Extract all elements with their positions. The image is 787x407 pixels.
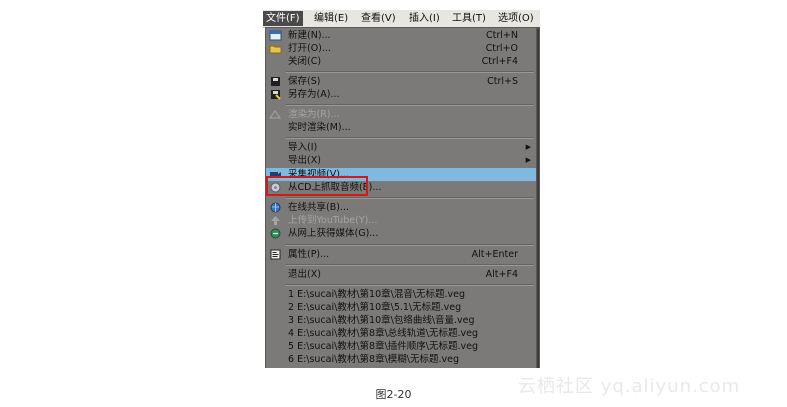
menu-item-label: 导入(I) — [288, 142, 318, 153]
properties-icon — [270, 249, 281, 260]
menu-item-label: 3 E:\sucai\教材\第10章\包络曲线\音量.veg — [288, 315, 475, 326]
menu-item-export[interactable]: 导出(X) ▶ — [266, 154, 536, 167]
menu-item-realtime-render[interactable]: 实时渲染(M)... — [266, 121, 536, 134]
menu-item-properties[interactable]: 属性(P)... Alt+Enter — [266, 248, 536, 261]
menu-item-new[interactable]: 新建(N)... Ctrl+N — [266, 29, 536, 42]
menu-separator — [286, 284, 534, 286]
menu-separator — [286, 137, 534, 139]
menu-item-close[interactable]: 关闭(C) Ctrl+F4 — [266, 55, 536, 68]
menu-view[interactable]: 查看(V) — [358, 11, 399, 26]
menu-item-render-as[interactable]: 渲染为(R)... — [266, 108, 536, 121]
render-icon — [269, 110, 281, 119]
menu-item-shortcut: Ctrl+S — [487, 76, 518, 87]
menu-item-label: 另存为(A)... — [288, 89, 340, 100]
menu-insert[interactable]: 插入(I) — [406, 11, 443, 26]
recent-file-item[interactable]: 5 E:\sucai\教材\第8章\插件顺序\无标题.veg — [266, 340, 536, 353]
menubar: 文件(F) 编辑(E) 查看(V) 插入(I) 工具(T) 选项(O) — [263, 10, 540, 28]
menu-item-label: 2 E:\sucai\教材\第10章\5.1\无标题.veg — [288, 302, 462, 313]
youtube-upload-icon — [271, 216, 280, 225]
share-online-icon — [270, 202, 281, 213]
menu-item-label: 在线共享(B)... — [288, 202, 349, 213]
menu-tools[interactable]: 工具(T) — [449, 11, 489, 26]
submenu-arrow-icon: ▶ — [525, 156, 531, 164]
menu-item-label: 退出(X) — [288, 269, 321, 280]
menu-file[interactable]: 文件(F) — [263, 11, 303, 26]
menu-item-label: 保存(S) — [288, 76, 321, 87]
file-menu-dropdown: 新建(N)... Ctrl+N 打开(O)... Ctrl+O 关闭(C) Ct… — [265, 27, 537, 368]
menu-item-label: 6 E:\sucai\教材\第8章\模糊\无标题.veg — [288, 354, 459, 365]
menu-item-label: 打开(O)... — [288, 43, 331, 54]
screenshot-frame: 文件(F) 编辑(E) 查看(V) 插入(I) 工具(T) 选项(O) 新建(N… — [263, 10, 540, 368]
menu-separator — [286, 71, 534, 73]
annotation-highlight-box — [266, 176, 368, 196]
menu-item-exit[interactable]: 退出(X) Alt+F4 — [266, 268, 536, 281]
menu-item-open[interactable]: 打开(O)... Ctrl+O — [266, 42, 536, 55]
menu-item-save-as[interactable]: 另存为(A)... — [266, 88, 536, 101]
menu-item-shortcut: Alt+F4 — [485, 269, 518, 280]
menu-item-label: 关闭(C) — [288, 56, 322, 67]
watermark: 云栖社区 yq.aliyun.com — [518, 376, 741, 397]
menu-item-shortcut: Ctrl+F4 — [481, 56, 518, 67]
menu-separator — [286, 264, 534, 266]
web-media-icon — [270, 228, 281, 239]
menu-item-label: 新建(N)... — [288, 30, 331, 41]
recent-file-item[interactable]: 6 E:\sucai\教材\第8章\模糊\无标题.veg — [266, 353, 536, 366]
background-window-edge — [537, 27, 540, 368]
menu-separator — [286, 244, 534, 246]
menu-item-label: 4 E:\sucai\教材\第8章\总线轨道\无标题.veg — [288, 328, 478, 339]
menu-item-label: 导出(X) — [288, 155, 321, 166]
recent-file-item[interactable]: 1 E:\sucai\教材\第10章\混音\无标题.veg — [266, 288, 536, 301]
menu-item-import[interactable]: 导入(I) ▶ — [266, 141, 536, 154]
open-folder-icon — [269, 45, 282, 54]
menu-edit[interactable]: 编辑(E) — [311, 11, 351, 26]
menu-item-web-media[interactable]: 从网上获得媒体(G)... — [266, 227, 536, 240]
menu-item-label: 1 E:\sucai\教材\第10章\混音\无标题.veg — [288, 289, 466, 300]
menu-item-label: 从网上获得媒体(G)... — [288, 228, 379, 239]
menu-separator — [286, 104, 534, 106]
menu-item-label: 实时渲染(M)... — [288, 122, 351, 133]
recent-file-item[interactable]: 3 E:\sucai\教材\第10章\包络曲线\音量.veg — [266, 314, 536, 327]
save-icon — [271, 77, 280, 86]
menu-item-shortcut: Alt+Enter — [471, 249, 518, 260]
menu-separator — [286, 197, 534, 199]
recent-file-item[interactable]: 4 E:\sucai\教材\第8章\总线轨道\无标题.veg — [266, 327, 536, 340]
menu-item-shortcut: Ctrl+N — [486, 30, 518, 41]
menu-options[interactable]: 选项(O) — [495, 11, 537, 26]
new-document-icon — [269, 30, 282, 41]
save-as-icon — [271, 90, 281, 100]
menu-item-label: 5 E:\sucai\教材\第8章\插件顺序\无标题.veg — [288, 341, 478, 352]
submenu-arrow-icon: ▶ — [525, 143, 531, 151]
recent-file-item[interactable]: 2 E:\sucai\教材\第10章\5.1\无标题.veg — [266, 301, 536, 314]
menu-item-label: 属性(P)... — [288, 249, 330, 260]
menu-item-youtube-upload[interactable]: 上传到YouTube(Y)... — [266, 214, 536, 227]
menu-item-label: 上传到YouTube(Y)... — [288, 215, 378, 226]
menu-item-share-online[interactable]: 在线共享(B)... — [266, 201, 536, 214]
menu-item-label: 渲染为(R)... — [288, 109, 340, 120]
menu-item-save[interactable]: 保存(S) Ctrl+S — [266, 75, 536, 88]
menu-item-shortcut: Ctrl+O — [485, 43, 518, 54]
